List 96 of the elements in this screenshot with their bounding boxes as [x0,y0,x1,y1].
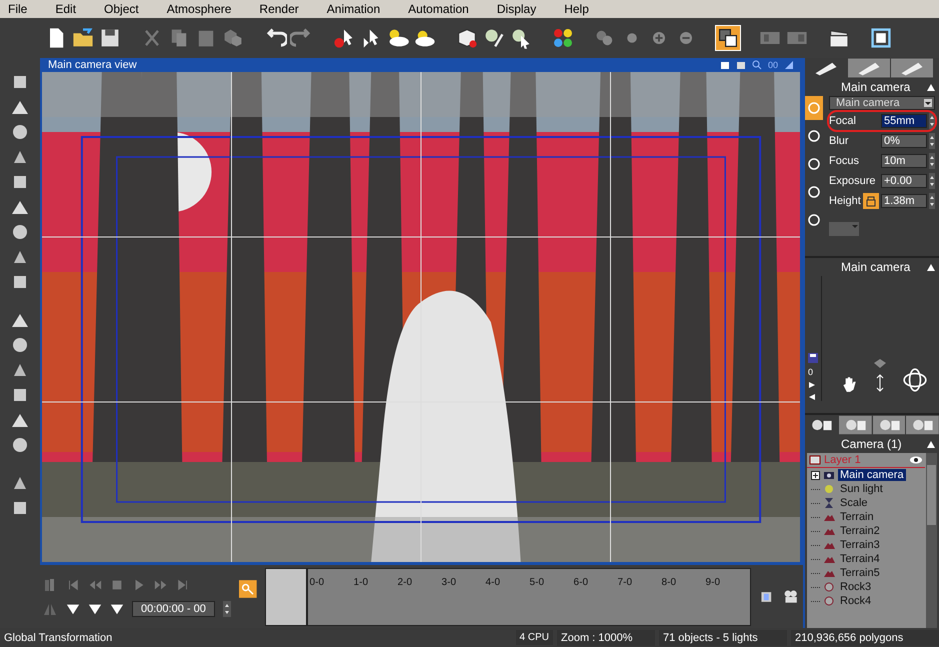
time-field[interactable]: 00:00:00 - 00 [132,600,215,616]
counter-label: 0 [808,367,814,377]
field-label: Height [829,195,861,207]
save-icon[interactable] [808,353,818,363]
menu-item[interactable]: Render [256,2,302,16]
cpu-count: 4 CPU [516,630,553,645]
cube-question-icon[interactable] [455,26,479,50]
camera-frame-icon[interactable] [869,26,893,50]
panel-title: Main camera [841,80,910,94]
triangle-icon[interactable] [784,60,794,70]
object-count: 71 objects - 5 lights [659,630,787,646]
status-message: Global Transformation [3,632,114,644]
scrollbar[interactable] [926,453,937,628]
filter-icon[interactable] [110,602,124,616]
menu-item[interactable]: Atmosphere [164,2,234,16]
view-toggle-icon[interactable] [716,26,740,50]
field-label: Blur [829,135,850,147]
camera-icon[interactable] [736,60,746,70]
spinner-icon[interactable] [929,113,935,129]
filter-icon[interactable] [88,602,102,616]
object-list-item[interactable]: Main camera [838,469,906,481]
panel-title: Main camera [841,260,910,274]
links-tab-icon[interactable] [906,415,939,435]
field-label: Focus [829,155,860,167]
object-list-item[interactable]: Terrain2 [838,525,882,537]
camera-icon [823,469,835,481]
value-field[interactable]: 10m [881,154,927,168]
rock-icon [823,581,835,593]
sun-icon [823,483,835,495]
polygon-count: 210,936,656 polygons [791,630,939,646]
menu-item[interactable]: Display [494,2,540,16]
object-list-item[interactable]: Terrain5 [838,567,882,579]
skip-start-icon[interactable] [66,578,80,592]
zoom-readout: Zoom : 1000% [557,630,655,646]
object-list-item[interactable]: Rock3 [838,581,874,593]
layer-icon [809,454,821,466]
zoom-readout[interactable]: 00 [768,60,778,70]
materials-tab-icon[interactable] [838,415,872,435]
value-field[interactable]: 0% [881,134,927,148]
time-tick-label: 5-0 [530,576,545,588]
object-list-item[interactable]: Scale [838,497,870,509]
value-field[interactable]: 55mm [881,114,927,128]
zoom-icon[interactable] [752,60,762,70]
time-tick-label: 1-0 [354,576,369,588]
lock-icon[interactable] [863,193,879,209]
expand-icon[interactable] [811,470,820,480]
collapse-icon[interactable] [927,83,935,91]
camera-icon[interactable] [720,60,730,70]
hourglass-icon [823,497,835,509]
field-label: Exposure [829,175,876,187]
camera-dropdown[interactable]: Main camera [829,96,935,110]
skip-end-icon[interactable] [176,578,190,592]
value-field[interactable]: 1.38m [881,194,927,208]
object-list-item[interactable]: Rock4 [838,595,874,607]
object-list-item[interactable]: Terrain3 [838,539,882,551]
menu-item[interactable]: Animation [324,2,384,16]
viewport-title: Main camera view [48,59,137,71]
stop-icon[interactable] [110,578,124,592]
time-tick-label: 3-0 [442,576,457,588]
menu-item[interactable]: Automation [405,2,472,16]
object-list-item[interactable]: Sun light [838,483,885,495]
rock-icon[interactable] [10,222,30,242]
filter-icon[interactable] [66,602,80,616]
eye-icon[interactable] [909,456,923,464]
time-tick-label: 7-0 [618,576,633,588]
menu-item[interactable]: Object [101,2,142,16]
reverse-icon[interactable] [808,393,816,401]
time-tick-label: 2-0 [398,576,413,588]
spinner-icon[interactable] [929,133,935,149]
field-label: Focal [829,115,857,127]
time-tick-label: 0-0 [310,576,325,588]
spinner-icon[interactable] [929,153,935,169]
time-tick-label: 4-0 [486,576,501,588]
color-dots-icon[interactable] [551,26,575,50]
play-icon[interactable] [808,381,816,389]
orbit-icon[interactable] [902,367,928,393]
panel-title: Camera (1) [841,437,902,451]
dropdown-arrow-icon[interactable] [924,99,932,107]
time-tick-label: 9-0 [706,576,721,588]
spinner-icon[interactable] [222,600,231,616]
spinner-icon[interactable] [929,193,935,209]
collapse-icon[interactable] [927,263,935,271]
object-list-item[interactable]: Terrain4 [838,553,882,565]
value-field[interactable]: +0.00 [881,174,927,188]
menu-item[interactable]: Help [561,2,592,16]
menu-item[interactable]: Edit [52,2,80,16]
collapse-icon[interactable] [927,440,935,448]
object-list-item[interactable]: Terrain [838,511,876,523]
time-tick-label: 6-0 [574,576,589,588]
rock-icon [823,595,835,607]
pan-arrows-icon[interactable] [872,357,888,393]
menu-item[interactable]: File [5,2,30,16]
timeline-ruler[interactable]: 0-0 1-0 2-0 3-0 4-0 5-0 6-0 7-0 8-0 9-0 [264,568,751,626]
library-tab-icon[interactable] [872,415,906,435]
spinner-icon[interactable] [929,173,935,189]
time-tick-label: 8-0 [662,576,677,588]
